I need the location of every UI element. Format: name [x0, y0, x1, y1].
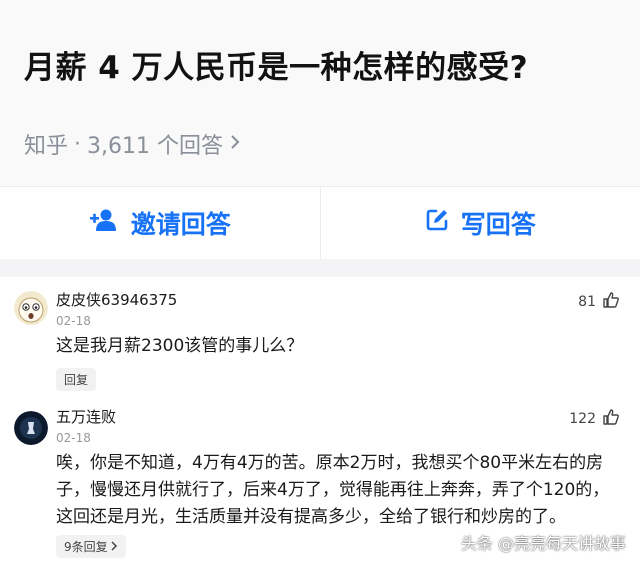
invite-answer-label: 邀请回答 — [131, 205, 231, 241]
meta-separator: · — [74, 132, 81, 157]
comment-list: 皮皮侠63946375 02-18 81 这是我月薪2300该管的事儿么？ 回复… — [0, 277, 640, 567]
invite-user-icon — [89, 208, 119, 238]
write-answer-label: 写回答 — [461, 205, 536, 241]
comment-date: 02-18 — [56, 431, 91, 445]
comment-text: 唉，你是不知道，4万有4万的苦。原本2万时，我想买个80平米左右的房子，慢慢还月… — [56, 450, 616, 531]
edit-icon — [425, 208, 449, 238]
source-label: 知乎 — [24, 128, 68, 160]
like-button[interactable]: 122 — [569, 408, 620, 430]
invite-answer-button[interactable]: 邀请回答 — [0, 187, 320, 259]
like-button[interactable]: 81 — [578, 291, 620, 313]
watermark: 头条 @亮亮每天讲故事 — [461, 530, 626, 554]
view-replies-button[interactable]: 9条回复 — [56, 535, 126, 558]
section-divider — [0, 259, 640, 277]
comment-date: 02-18 — [56, 314, 91, 328]
answer-actions: 邀请回答 写回答 — [0, 186, 640, 260]
chevron-right-icon — [110, 540, 118, 554]
reply-count-label: 9条回复 — [64, 538, 108, 555]
question-meta[interactable]: 知乎 · 3,611 个回答 — [24, 128, 241, 160]
write-answer-button[interactable]: 写回答 — [320, 187, 640, 259]
comment-item: 皮皮侠63946375 02-18 81 这是我月薪2300该管的事儿么？ 回复 — [0, 277, 640, 397]
reply-button[interactable]: 回复 — [56, 368, 96, 391]
comment-author[interactable]: 皮皮侠63946375 — [56, 289, 177, 310]
thumbs-up-icon — [602, 291, 620, 313]
avatar[interactable] — [14, 411, 48, 445]
chevron-right-icon — [229, 132, 241, 156]
comment-author[interactable]: 五万连败 — [56, 406, 116, 427]
thumbs-up-icon — [602, 408, 620, 430]
comment-text: 这是我月薪2300该管的事儿么？ — [56, 333, 616, 359]
avatar[interactable] — [14, 291, 48, 325]
question-header: 月薪 4 万人民币是一种怎样的感受? 知乎 · 3,611 个回答 — [0, 0, 640, 186]
answer-count: 3,611 个回答 — [87, 128, 223, 160]
like-count: 81 — [578, 294, 596, 310]
like-count: 122 — [569, 411, 596, 427]
question-title[interactable]: 月薪 4 万人民币是一种怎样的感受? — [24, 42, 528, 87]
